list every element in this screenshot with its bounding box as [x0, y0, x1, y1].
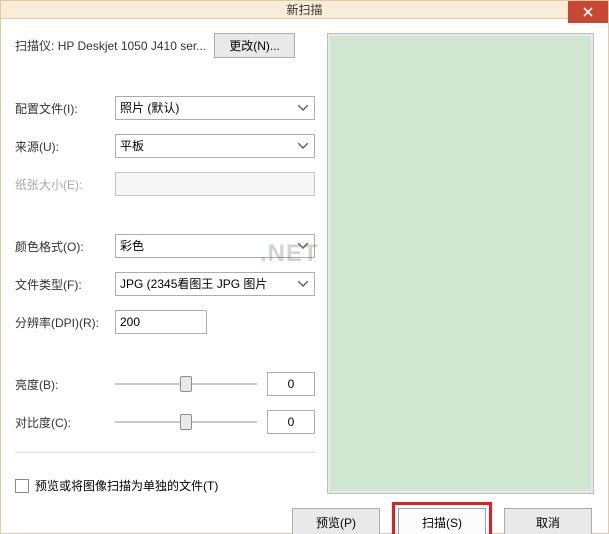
row-contrast: 对比度(C):: [15, 410, 315, 434]
select-profile[interactable]: 照片 (默认): [115, 96, 315, 120]
row-papersize: 纸张大小(E):: [15, 172, 315, 196]
close-icon: [583, 7, 593, 17]
form-panel: 扫描仪: HP Deskjet 1050 J410 ser... 更改(N)..…: [15, 33, 315, 494]
scan-button[interactable]: 扫描(S): [398, 508, 486, 534]
close-button[interactable]: [568, 1, 608, 23]
label-brightness: 亮度(B):: [15, 376, 115, 393]
input-dpi[interactable]: [115, 310, 207, 334]
scanner-label: 扫描仪: HP Deskjet 1050 J410 ser...: [15, 37, 206, 54]
dialog-window: 新扫描 扫描仪: HP Deskjet 1050 J410 ser... 更改(…: [0, 0, 609, 534]
select-source[interactable]: 平板: [115, 134, 315, 158]
label-papersize: 纸张大小(E):: [15, 176, 115, 193]
row-separate-files: 预览或将图像扫描为单独的文件(T): [15, 477, 315, 494]
highlight-annotation: 扫描(S): [392, 502, 492, 534]
row-filetype: 文件类型(F): JPG (2345看图王 JPG 图片: [15, 272, 315, 296]
slider-brightness[interactable]: [115, 375, 257, 393]
input-brightness[interactable]: [267, 372, 315, 396]
slider-thumb[interactable]: [180, 414, 192, 430]
label-contrast: 对比度(C):: [15, 414, 115, 431]
content-area: 扫描仪: HP Deskjet 1050 J410 ser... 更改(N)..…: [1, 19, 608, 494]
input-contrast[interactable]: [267, 410, 315, 434]
row-profile: 配置文件(I): 照片 (默认): [15, 96, 315, 120]
label-dpi: 分辨率(DPI)(R):: [15, 314, 115, 331]
window-title: 新扫描: [286, 1, 322, 18]
select-color[interactable]: 彩色: [115, 234, 315, 258]
footer: 预览(P) 扫描(S) 取消: [1, 494, 608, 534]
select-filetype[interactable]: JPG (2345看图王 JPG 图片: [115, 272, 315, 296]
preview-panel: [327, 33, 594, 494]
row-dpi: 分辨率(DPI)(R):: [15, 310, 315, 334]
label-filetype: 文件类型(F):: [15, 276, 115, 293]
dialog-body: 扫描仪: HP Deskjet 1050 J410 ser... 更改(N)..…: [1, 19, 608, 534]
slider-thumb[interactable]: [180, 376, 192, 392]
checkbox-separate-files[interactable]: [15, 479, 29, 493]
scanner-row: 扫描仪: HP Deskjet 1050 J410 ser... 更改(N)..…: [15, 33, 315, 58]
label-profile: 配置文件(I):: [15, 100, 115, 117]
change-scanner-button[interactable]: 更改(N)...: [214, 33, 295, 58]
slider-contrast[interactable]: [115, 413, 257, 431]
label-color: 颜色格式(O):: [15, 238, 115, 255]
preview-pane: [327, 33, 594, 494]
label-source: 来源(U):: [15, 138, 115, 155]
preview-canvas: [330, 36, 591, 491]
row-color: 颜色格式(O): 彩色: [15, 234, 315, 258]
select-papersize: [115, 172, 315, 196]
row-brightness: 亮度(B):: [15, 372, 315, 396]
titlebar: 新扫描: [1, 1, 608, 19]
divider: [15, 452, 315, 453]
row-source: 来源(U): 平板: [15, 134, 315, 158]
preview-button[interactable]: 预览(P): [292, 508, 380, 534]
cancel-button[interactable]: 取消: [504, 508, 592, 534]
label-separate-files: 预览或将图像扫描为单独的文件(T): [35, 477, 218, 494]
